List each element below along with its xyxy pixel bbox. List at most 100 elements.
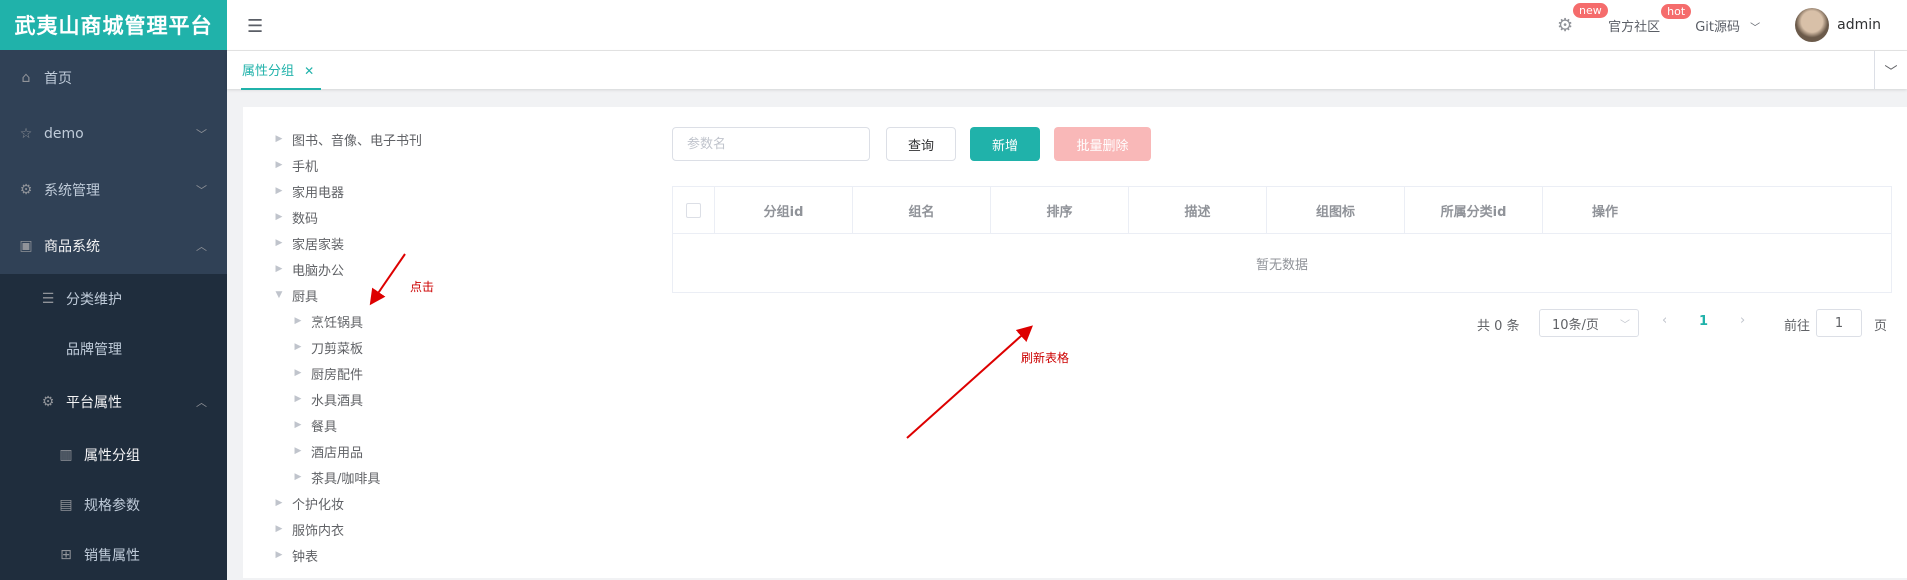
chevron-up-icon: ︿ bbox=[196, 240, 207, 253]
gear-icon: ⚙ bbox=[1557, 14, 1574, 36]
sidebar-item-home[interactable]: ⌂ 首页 bbox=[0, 50, 227, 106]
community-label: 官方社区 bbox=[1608, 19, 1661, 35]
table-empty-text: 暂无数据 bbox=[1255, 257, 1308, 273]
goto-label: 前往 bbox=[1784, 319, 1811, 334]
tree-node-label: 电脑办公 bbox=[292, 263, 345, 279]
caret-right-icon: ▶ bbox=[275, 524, 283, 534]
category-tree: ▶ 图书、音像、电子书刊 ▶ 手机 ▶ 家用电器 ▶ 数码 ▶ 家居家装 ▶ 电脑办公 ▼ 厨… bbox=[270, 126, 422, 568]
user-menu[interactable]: admin bbox=[1795, 8, 1881, 42]
tree-node-label: 刀剪菜板 bbox=[311, 341, 364, 357]
tree-node[interactable]: ▶ 茶具/咖啡具 bbox=[270, 464, 422, 490]
prev-page-button[interactable]: ‹ bbox=[1662, 313, 1667, 328]
tree-node[interactable]: ▶ 电脑办公 bbox=[270, 256, 422, 282]
tree-node[interactable]: ▶ 刀剪菜板 bbox=[270, 334, 422, 360]
tag-label: 属性分组 bbox=[242, 64, 295, 79]
table-header: 分组id 组名 排序 描述 组图标 所属分类id 操作 bbox=[673, 187, 1891, 234]
navbar-right: ⚙ new 官方社区 hot Git源码 ﹀ admin bbox=[1557, 0, 1907, 50]
tags-dropdown-button[interactable]: ﹀ bbox=[1874, 51, 1907, 89]
gear-icon: ⚙ bbox=[19, 182, 33, 198]
page-number-current[interactable]: 1 bbox=[1699, 314, 1708, 329]
page-size-select[interactable]: 10条/页 ﹀ bbox=[1539, 309, 1639, 337]
git-dropdown[interactable]: Git源码 ﹀ bbox=[1695, 16, 1760, 35]
column-header[interactable]: 组名 bbox=[853, 187, 991, 233]
tree-node[interactable]: ▶ 水具酒具 bbox=[270, 386, 422, 412]
caret-right-icon: ▶ bbox=[294, 446, 302, 456]
tree-node-label: 餐具 bbox=[311, 419, 338, 435]
tags-view: 属性分组 ✕ ﹀ bbox=[227, 51, 1907, 90]
sidebar-item-demo[interactable]: ☆ demo ﹀ bbox=[0, 106, 227, 162]
column-header[interactable]: 排序 bbox=[991, 187, 1129, 233]
tree-node[interactable]: ▶ 厨房配件 bbox=[270, 360, 422, 386]
goto-page-input[interactable] bbox=[1816, 309, 1862, 337]
sidebar-item-label: 属性分组 bbox=[84, 448, 140, 464]
sidebar-item-label: 商品系统 bbox=[44, 239, 100, 255]
tree-node[interactable]: ▶ 家用电器 bbox=[270, 178, 422, 204]
tree-node[interactable]: ▶ 数码 bbox=[270, 204, 422, 230]
hamburger-icon[interactable]: ☰ bbox=[247, 16, 263, 37]
next-page-button[interactable]: › bbox=[1740, 313, 1745, 328]
add-button[interactable]: 新增 bbox=[970, 127, 1040, 161]
caret-right-icon: ▶ bbox=[294, 472, 302, 482]
caret-right-icon: ▶ bbox=[294, 394, 302, 404]
list-icon: ☰ bbox=[41, 291, 55, 307]
select-all-checkbox[interactable] bbox=[686, 202, 701, 218]
tree-node[interactable]: ▶ 个护化妆 bbox=[270, 490, 422, 516]
select-all-cell bbox=[673, 187, 715, 233]
sidebar-item-label: 平台属性 bbox=[66, 395, 122, 411]
sidebar-item-label: 分类维护 bbox=[66, 292, 122, 308]
sidebar-item-label: 销售属性 bbox=[84, 548, 140, 564]
sidebar-item-product-system[interactable]: ▣ 商品系统 ︿ bbox=[0, 218, 227, 274]
document-icon: ▤ bbox=[59, 497, 73, 513]
sidebar-item-label: 系统管理 bbox=[44, 183, 100, 199]
pagination: 共 0 条 10条/页 ﹀ ‹ 1 › 前往 页 bbox=[243, 309, 1907, 337]
caret-right-icon: ▶ bbox=[275, 160, 283, 170]
tree-node[interactable]: ▶ 图书、音像、电子书刊 bbox=[270, 126, 422, 152]
page-size-value: 10条/页 bbox=[1552, 317, 1599, 333]
tree-node[interactable]: ▶ 家居家装 bbox=[270, 230, 422, 256]
sidebar-item-sale-attr[interactable]: ⊞ 销售属性 bbox=[0, 530, 227, 580]
sidebar-item-spec-param[interactable]: ▤ 规格参数 bbox=[0, 480, 227, 530]
caret-down-icon: ▼ bbox=[275, 290, 283, 300]
sidebar-item-platform-attr[interactable]: ⚙ 平台属性 ︿ bbox=[0, 374, 227, 430]
param-name-search-input[interactable] bbox=[672, 127, 870, 161]
tree-node-expanded[interactable]: ▼ 厨具 bbox=[270, 282, 422, 308]
query-button[interactable]: 查询 bbox=[886, 127, 956, 161]
tree-node-label: 厨房配件 bbox=[311, 367, 364, 383]
close-icon[interactable]: ✕ bbox=[304, 64, 314, 78]
chevron-up-icon: ︿ bbox=[196, 396, 207, 409]
tree-node-label: 水具酒具 bbox=[311, 393, 364, 409]
username: admin bbox=[1837, 17, 1881, 33]
sidebar-item-label: 首页 bbox=[44, 71, 72, 87]
tree-node-label: 数码 bbox=[292, 211, 319, 227]
batch-delete-button[interactable]: 批量删除 bbox=[1054, 127, 1151, 161]
chevron-down-icon: ﹀ bbox=[1884, 64, 1898, 80]
column-header[interactable]: 分组id bbox=[715, 187, 853, 233]
sidebar-item-brand[interactable]: 品牌管理 bbox=[0, 324, 227, 374]
sidebar-item-attr-group[interactable]: ▥ 属性分组 bbox=[0, 430, 227, 480]
tree-node-label: 茶具/咖啡具 bbox=[311, 471, 381, 487]
sidebar-item-system[interactable]: ⚙ 系统管理 ﹀ bbox=[0, 162, 227, 218]
new-badge: new bbox=[1572, 1, 1609, 19]
settings-button[interactable]: ⚙ new bbox=[1557, 1, 1609, 36]
tree-node[interactable]: ▶ 餐具 bbox=[270, 412, 422, 438]
tree-node[interactable]: ▶ 手机 bbox=[270, 152, 422, 178]
sidebar-item-label: 品牌管理 bbox=[66, 342, 122, 358]
hot-badge: hot bbox=[1660, 2, 1693, 20]
git-label: Git源码 bbox=[1695, 19, 1740, 35]
tree-node-label: 家居家装 bbox=[292, 237, 345, 253]
community-link[interactable]: 官方社区 hot bbox=[1608, 2, 1693, 35]
caret-right-icon: ▶ bbox=[275, 498, 283, 508]
tree-node[interactable]: ▶ 钟表 bbox=[270, 542, 422, 568]
chevron-down-icon: ﹀ bbox=[196, 128, 207, 141]
tree-node[interactable]: ▶ 服饰内衣 bbox=[270, 516, 422, 542]
column-header[interactable]: 所属分类id bbox=[1405, 187, 1543, 233]
column-header[interactable]: 操作 bbox=[1543, 187, 1667, 233]
sidebar-item-category[interactable]: ☰ 分类维护 bbox=[0, 274, 227, 324]
tree-node-label: 图书、音像、电子书刊 bbox=[292, 133, 423, 149]
avatar bbox=[1795, 8, 1830, 42]
column-header[interactable]: 描述 bbox=[1129, 187, 1267, 233]
tree-node[interactable]: ▶ 酒店用品 bbox=[270, 438, 422, 464]
column-header[interactable]: 组图标 bbox=[1267, 187, 1405, 233]
chevron-down-icon: ﹀ bbox=[196, 184, 207, 197]
tag-attr-group[interactable]: 属性分组 ✕ bbox=[242, 60, 314, 79]
